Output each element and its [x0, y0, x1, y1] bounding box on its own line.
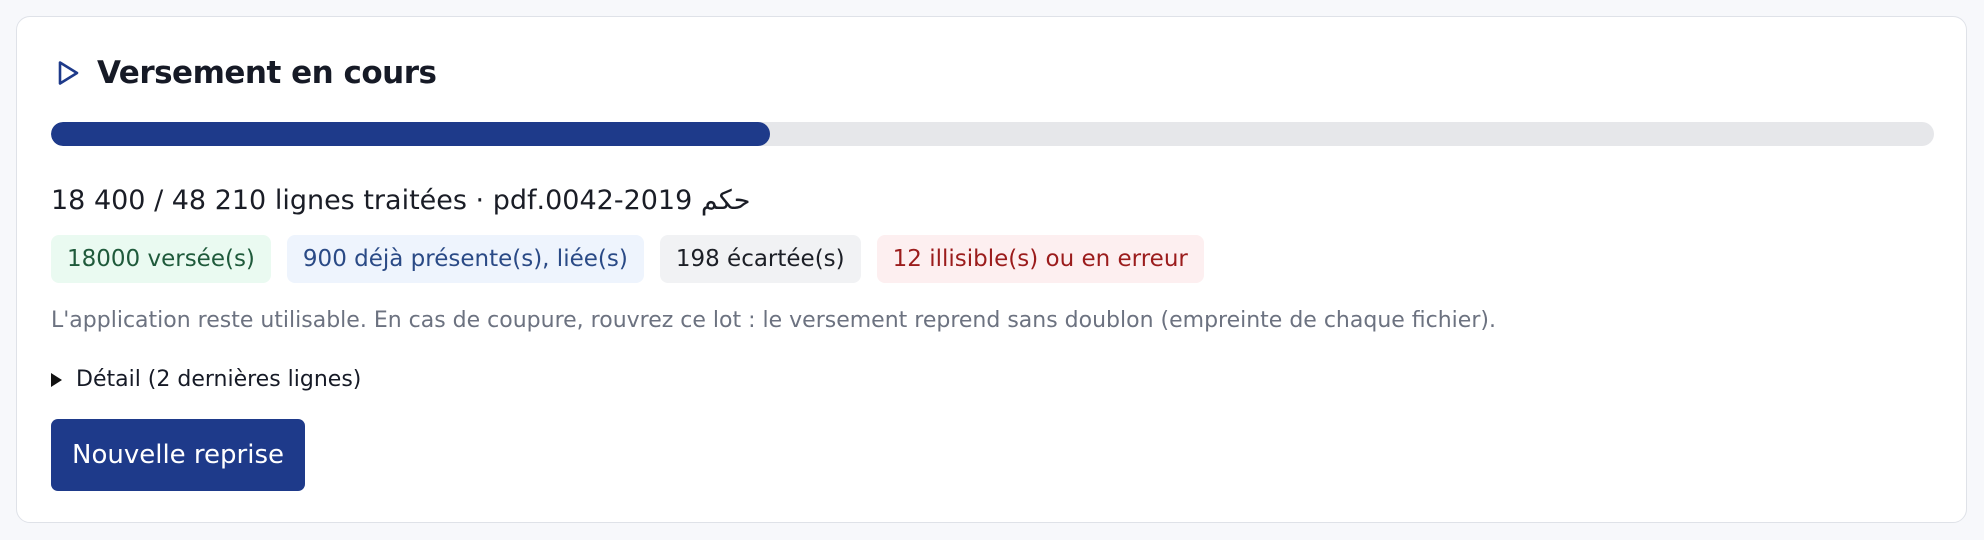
- progress-bar-fill: [51, 122, 770, 146]
- details-toggle[interactable]: Détail (2 dernières lignes): [51, 367, 361, 392]
- progress-counter: 18 400 / 48 210 lignes traitées · حكم 20…: [51, 185, 750, 216]
- status-badge-deposited: 18000 versée(s): [51, 235, 271, 283]
- play-icon: [58, 61, 79, 85]
- page-title: Versement en cours: [97, 55, 437, 91]
- status-badge-already-present: 900 déjà présente(s), liée(s): [286, 235, 644, 283]
- info-note: L'application reste utilisable. En cas d…: [51, 308, 1496, 333]
- counter-separator: /: [145, 185, 172, 216]
- processed-count: 18 400: [51, 185, 146, 216]
- card-header: Versement en cours: [51, 53, 437, 93]
- counter-suffix: lignes traitées ·: [266, 185, 493, 216]
- total-count: 48 210: [171, 185, 267, 216]
- status-badge-discarded: 198 écartée(s): [659, 235, 861, 283]
- new-resume-button[interactable]: Nouvelle reprise: [51, 419, 305, 491]
- current-file-name: حكم 2019-0042.pdf: [492, 185, 751, 216]
- progress-bar: [51, 122, 1934, 146]
- status-badge-errors: 12 illisible(s) ou en erreur: [876, 235, 1204, 283]
- import-progress-card: Versement en cours 18 400 / 48 210 ligne…: [16, 16, 1967, 523]
- details-label: Détail (2 dernières lignes): [76, 367, 362, 392]
- status-badges: 18000 versée(s) 900 déjà présente(s), li…: [51, 235, 1204, 283]
- disclosure-triangle-icon: [51, 372, 62, 387]
